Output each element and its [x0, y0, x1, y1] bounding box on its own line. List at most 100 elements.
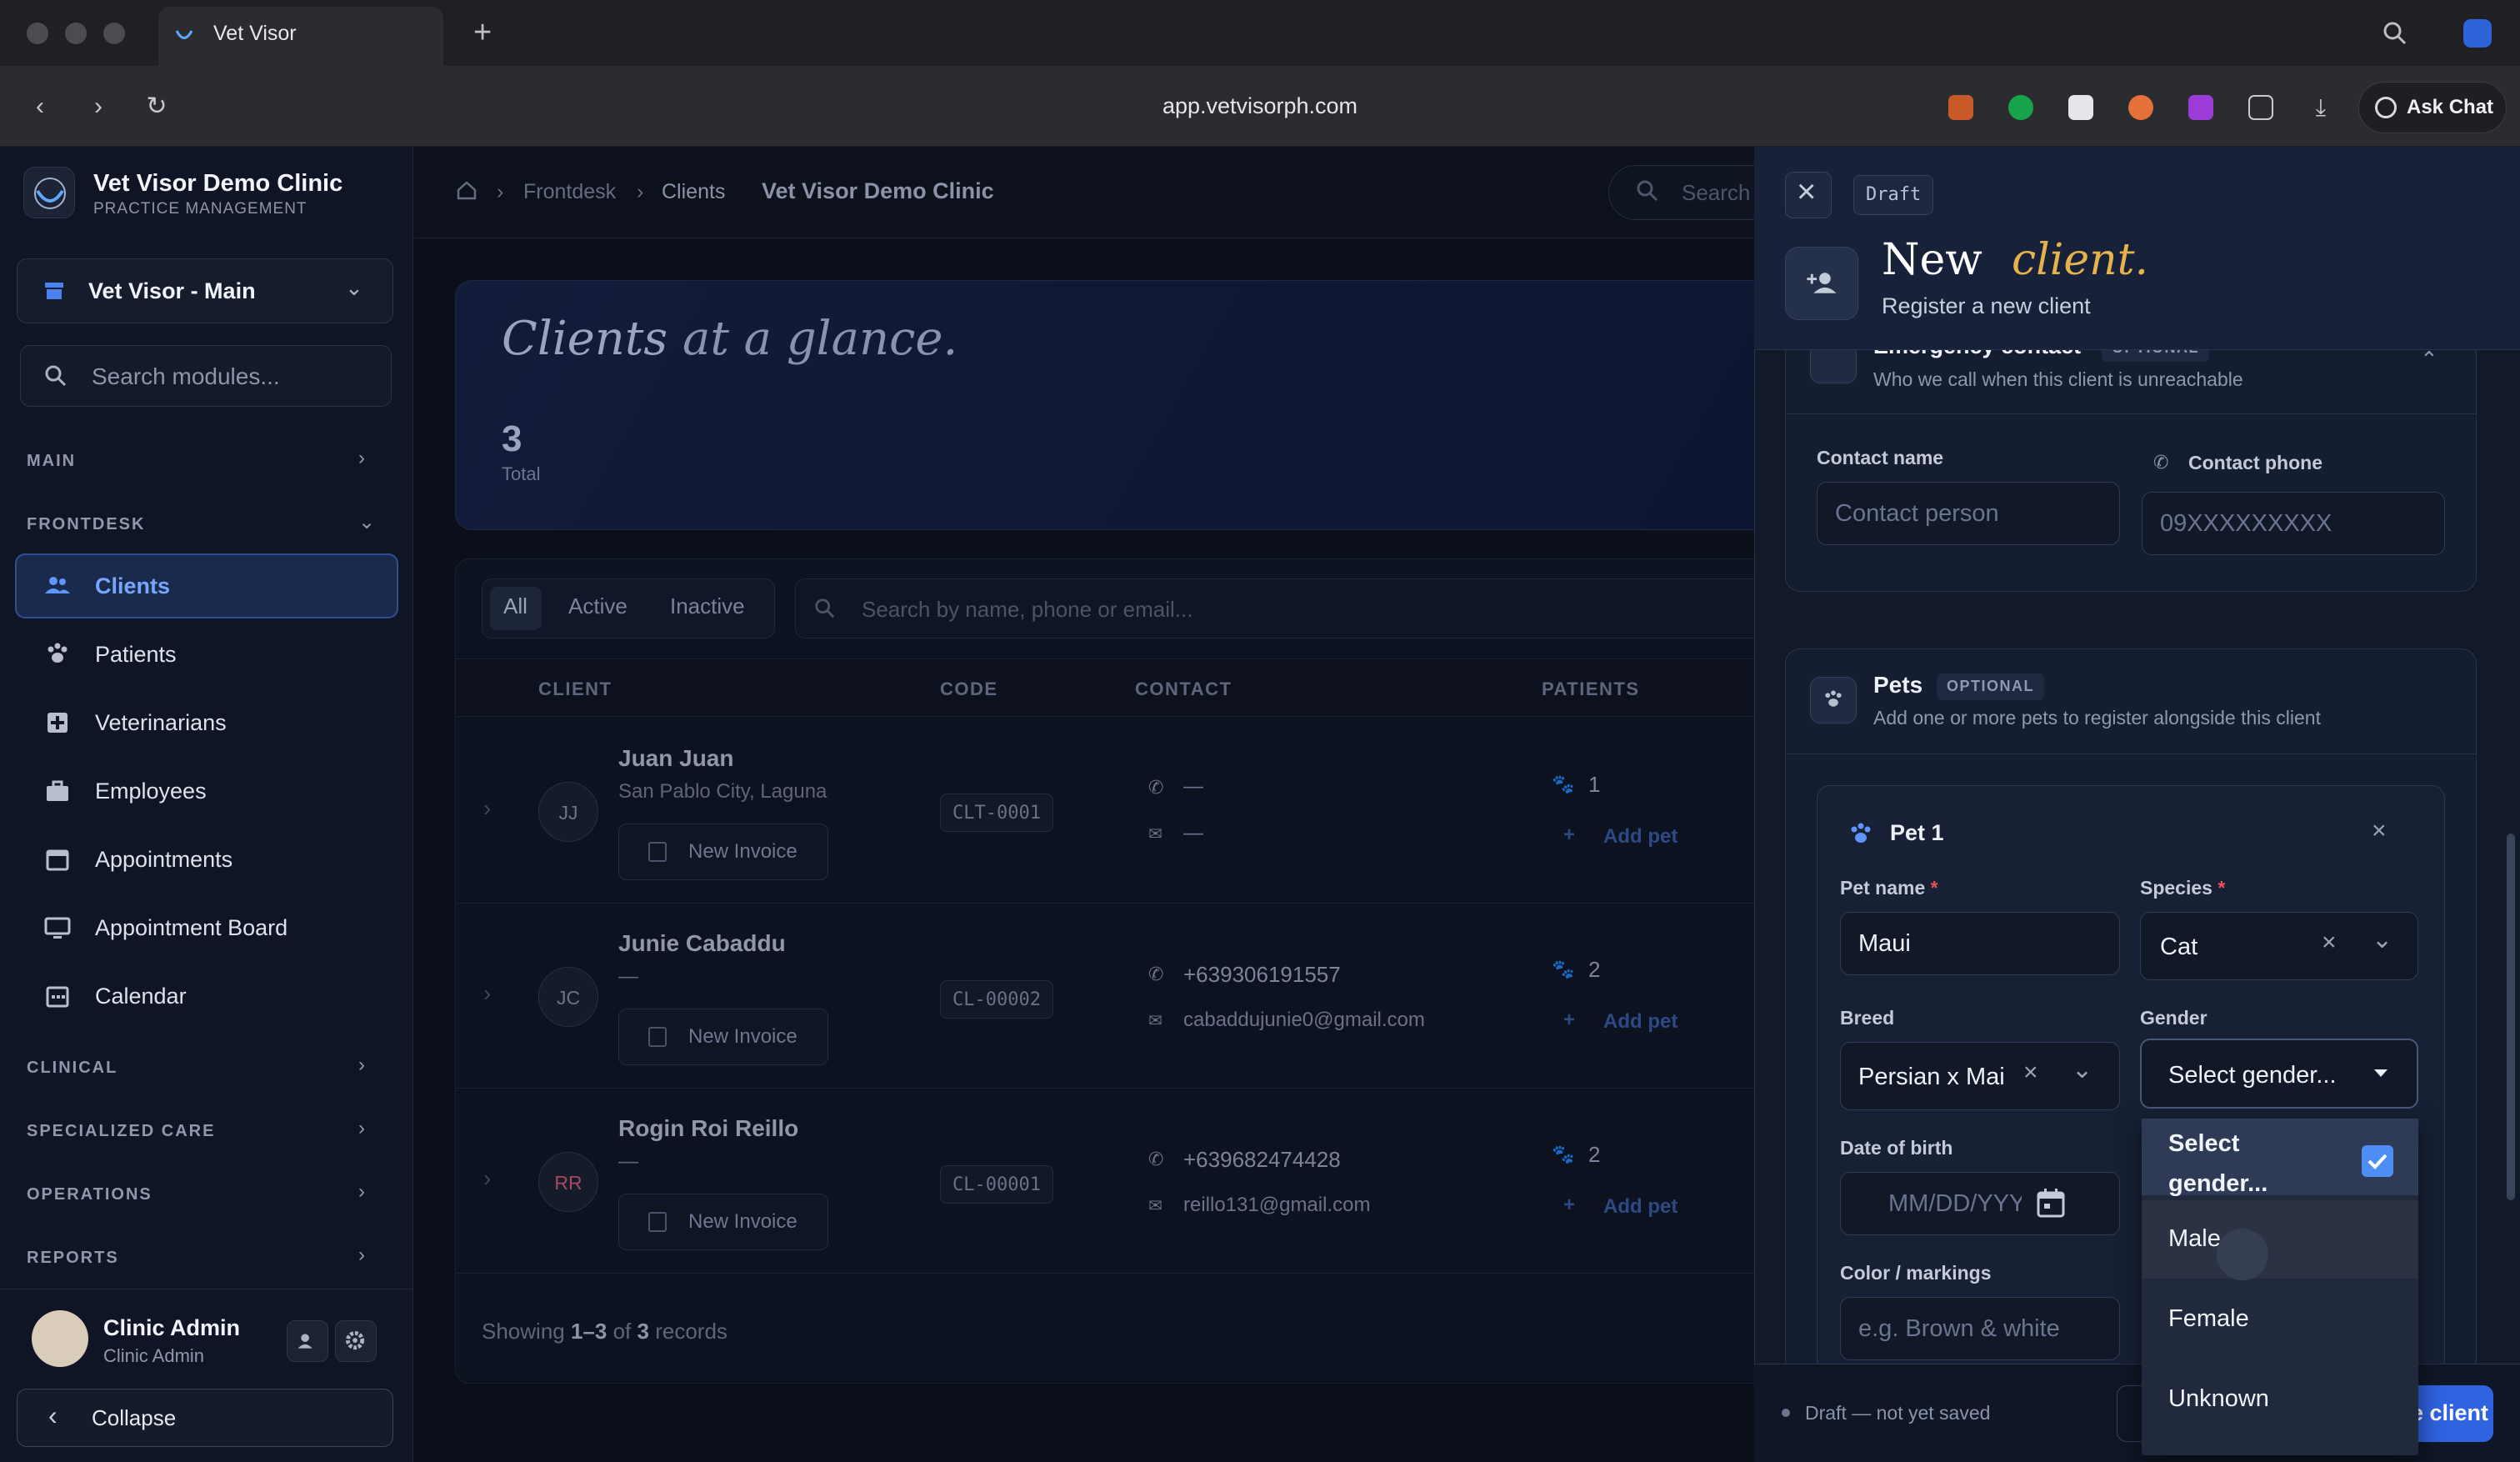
settings-button[interactable]	[335, 1320, 377, 1362]
chevron-up-icon[interactable]: ⌃	[2420, 347, 2438, 373]
paw-icon	[48, 643, 68, 663]
monitor-icon	[44, 917, 71, 939]
breadcrumb-clients[interactable]: Clients	[662, 180, 725, 204]
pet-card-title: Pet 1	[1890, 820, 1944, 845]
chevron-left-icon: ‹	[48, 1400, 58, 1430]
color-label: Color / markings	[1840, 1262, 1992, 1284]
chevron-right-icon[interactable]: ›	[358, 1244, 365, 1267]
add-pet-link[interactable]: Add pet	[1603, 825, 1678, 849]
extension-grammarly-icon[interactable]	[2008, 95, 2033, 120]
add-pet-plus-icon[interactable]: +	[1563, 1194, 1575, 1217]
filter-inactive-button[interactable]: Inactive	[670, 593, 745, 619]
paw-icon: 🐾	[1552, 1144, 1575, 1164]
switch-user-button[interactable]	[287, 1320, 328, 1362]
pagination-summary: Showing 1–3 of 3 records	[482, 1319, 728, 1344]
sidebar-item-veterinarians[interactable]: Veterinarians	[95, 710, 227, 736]
filter-active-button[interactable]: Active	[568, 593, 628, 619]
breadcrumb-separator: ›	[637, 180, 644, 203]
chevron-right-icon[interactable]: ›	[358, 1180, 365, 1204]
sidebar-item-employees[interactable]: Employees	[95, 779, 207, 804]
chevron-right-icon[interactable]: ›	[358, 1054, 365, 1077]
sidebar-item-clients[interactable]	[15, 553, 398, 618]
expand-chevron-icon[interactable]: ›	[483, 795, 491, 822]
drawer-title-accent: client.	[2012, 235, 2149, 285]
sidebar-item-appointment-board[interactable]: Appointment Board	[95, 915, 288, 941]
clear-species-icon[interactable]: ×	[2322, 929, 2337, 957]
user-avatar[interactable]	[32, 1310, 88, 1367]
add-pet-plus-icon[interactable]: +	[1563, 1009, 1575, 1032]
search-icon	[815, 598, 835, 618]
section-clinical[interactable]: CLINICAL	[27, 1059, 118, 1078]
paw-glyph-icon	[1825, 690, 1842, 707]
species-value: Cat	[2160, 934, 2198, 960]
extension-sparkle-icon[interactable]	[2128, 95, 2153, 120]
user-switch-icon	[298, 1334, 312, 1349]
sidebar-item-calendar[interactable]: Calendar	[95, 984, 187, 1009]
column-code[interactable]: CODE	[940, 678, 998, 700]
total-clients-count: 3	[502, 418, 522, 459]
new-tab-plus-icon[interactable]: +	[473, 17, 492, 48]
minimize-window-button[interactable]	[65, 23, 87, 44]
clear-breed-icon[interactable]: ×	[2023, 1059, 2038, 1087]
gender-label: Gender	[2140, 1007, 2208, 1029]
chevron-down-icon[interactable]: ⌄	[358, 510, 375, 534]
client-name[interactable]: Junie Cabaddu	[618, 930, 786, 957]
remove-pet-close-icon[interactable]: ×	[2372, 817, 2387, 845]
browser-account-icon[interactable]	[2463, 19, 2492, 48]
client-code: CL-00002	[940, 980, 1053, 1019]
mail-icon: ✉	[1148, 1197, 1162, 1215]
new-invoice-label: New Invoice	[688, 840, 798, 863]
phone-icon: ✆	[2153, 452, 2169, 473]
chevron-right-icon[interactable]: ›	[358, 447, 365, 470]
total-clients-label: Total	[502, 463, 541, 484]
calendar-icon[interactable]	[2035, 1187, 2067, 1220]
maximize-window-button[interactable]	[103, 23, 125, 44]
section-operations[interactable]: OPERATIONS	[27, 1185, 152, 1204]
close-window-button[interactable]	[27, 23, 48, 44]
chevron-down-icon[interactable]: ⌄	[2372, 925, 2392, 954]
chevron-right-icon[interactable]: ›	[358, 1117, 365, 1140]
extension-grid-icon[interactable]	[2068, 95, 2093, 120]
phone-icon: ✆	[1148, 964, 1164, 984]
client-avatar: JC	[538, 967, 598, 1027]
client-name[interactable]: Juan Juan	[618, 745, 733, 772]
client-address: —	[618, 965, 638, 988]
column-client[interactable]: CLIENT	[538, 678, 612, 700]
new-invoice-label: New Invoice	[688, 1210, 798, 1233]
collapse-sidebar-button[interactable]	[17, 1389, 393, 1447]
clinic-subtitle: PRACTICE MANAGEMENT	[93, 200, 308, 218]
client-phone: +639306191557	[1183, 962, 1341, 987]
expand-chevron-icon[interactable]: ›	[483, 1165, 491, 1192]
sidebar-item-appointments[interactable]: Appointments	[95, 847, 232, 873]
clinic-logo	[23, 167, 75, 218]
extensions-puzzle-icon[interactable]	[2248, 95, 2273, 120]
paw-icon: 🐾	[1552, 774, 1575, 794]
calendar-icon	[46, 849, 69, 871]
drawer-title: New	[1882, 235, 1982, 285]
chevron-down-icon[interactable]: ⌄	[2072, 1055, 2092, 1084]
drawer-scrollbar[interactable]	[2507, 834, 2515, 1200]
section-reports[interactable]: REPORTS	[27, 1249, 119, 1268]
extension-fox-icon[interactable]	[1948, 95, 1973, 120]
section-frontdesk[interactable]: FRONTDESK	[27, 515, 145, 534]
section-main[interactable]: MAIN	[27, 452, 76, 471]
home-icon[interactable]	[455, 178, 478, 202]
invoice-icon	[648, 842, 667, 862]
browser-search-icon[interactable]	[2380, 18, 2410, 48]
section-specialized-care[interactable]: SPECIALIZED CARE	[27, 1122, 215, 1141]
browser-tab[interactable]	[158, 7, 443, 67]
download-icon[interactable]: ⤓	[2308, 95, 2333, 120]
column-patients[interactable]: PATIENTS	[1542, 678, 1640, 700]
store-icon	[45, 283, 63, 299]
add-pet-plus-icon[interactable]: +	[1563, 824, 1575, 847]
tab-title: Vet Visor	[213, 22, 297, 45]
expand-chevron-icon[interactable]: ›	[483, 980, 491, 1007]
column-contact[interactable]: CONTACT	[1135, 678, 1232, 700]
client-name[interactable]: Rogin Roi Reillo	[618, 1115, 798, 1142]
breadcrumb-frontdesk[interactable]: Frontdesk	[523, 180, 616, 204]
extension-purple-icon[interactable]	[2188, 95, 2213, 120]
sidebar-item-patients[interactable]: Patients	[95, 642, 177, 668]
vetvisor-tab-logo-icon	[175, 30, 193, 39]
add-pet-link[interactable]: Add pet	[1603, 1010, 1678, 1034]
add-pet-link[interactable]: Add pet	[1603, 1195, 1678, 1219]
